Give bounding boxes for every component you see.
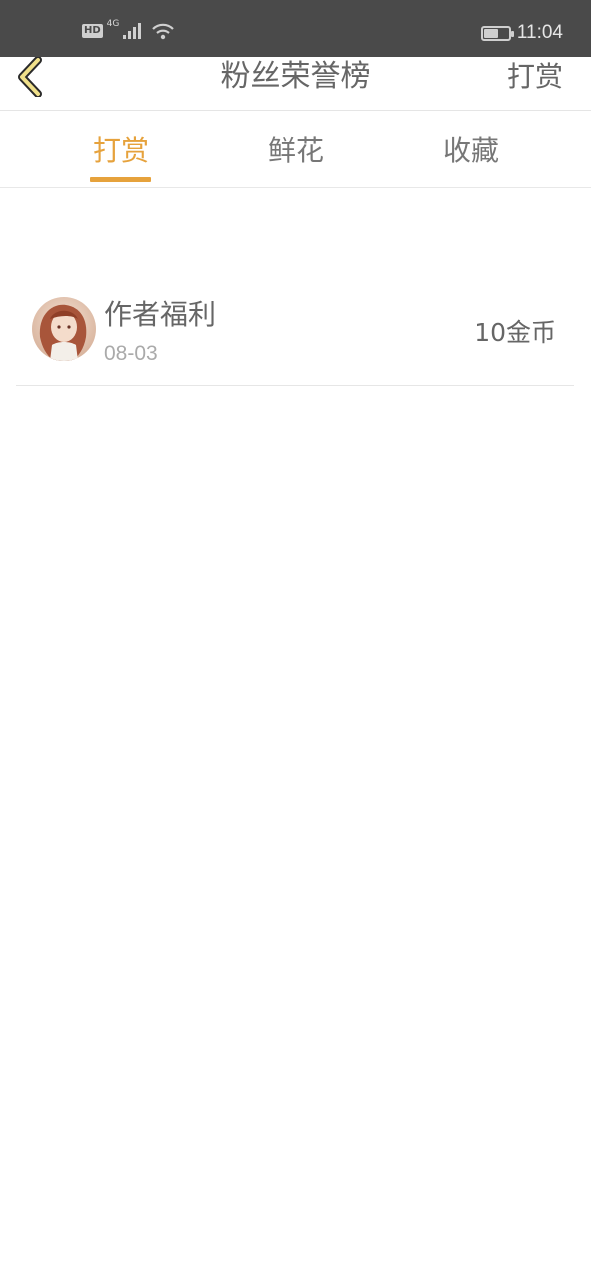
donor-name: 作者福利 — [104, 298, 217, 331]
tab-favorites[interactable]: 收藏 — [411, 129, 531, 173]
donation-amount: 10金币 — [474, 318, 556, 347]
battery-level — [483, 28, 498, 38]
donation-date: 08-03 — [104, 342, 158, 365]
reward-button[interactable]: 打赏 — [507, 57, 563, 97]
app-header: 粉丝荣誉榜 打赏 — [0, 57, 591, 111]
status-time: 11:04 — [516, 22, 563, 43]
page-title: 粉丝荣誉榜 — [220, 59, 371, 94]
network-type-label: 4G — [106, 19, 120, 29]
tab-bar: 打赏 鲜花 收藏 — [0, 111, 591, 188]
wifi-icon — [152, 23, 175, 40]
tab-flowers[interactable]: 鲜花 — [236, 129, 356, 173]
hd-icon: HD — [82, 24, 103, 38]
signal-icon — [123, 23, 142, 39]
active-tab-indicator — [90, 177, 151, 182]
user-avatar — [32, 297, 96, 361]
status-left-group: HD 4G — [82, 19, 175, 40]
battery-icon — [480, 25, 514, 41]
tab-reward[interactable]: 打赏 — [61, 129, 181, 173]
list-item[interactable]: 作者福利 08-03 10金币 — [16, 285, 574, 386]
status-bar: HD 4G 11:04 — [0, 0, 591, 57]
status-right-group: 11:04 — [480, 22, 563, 44]
